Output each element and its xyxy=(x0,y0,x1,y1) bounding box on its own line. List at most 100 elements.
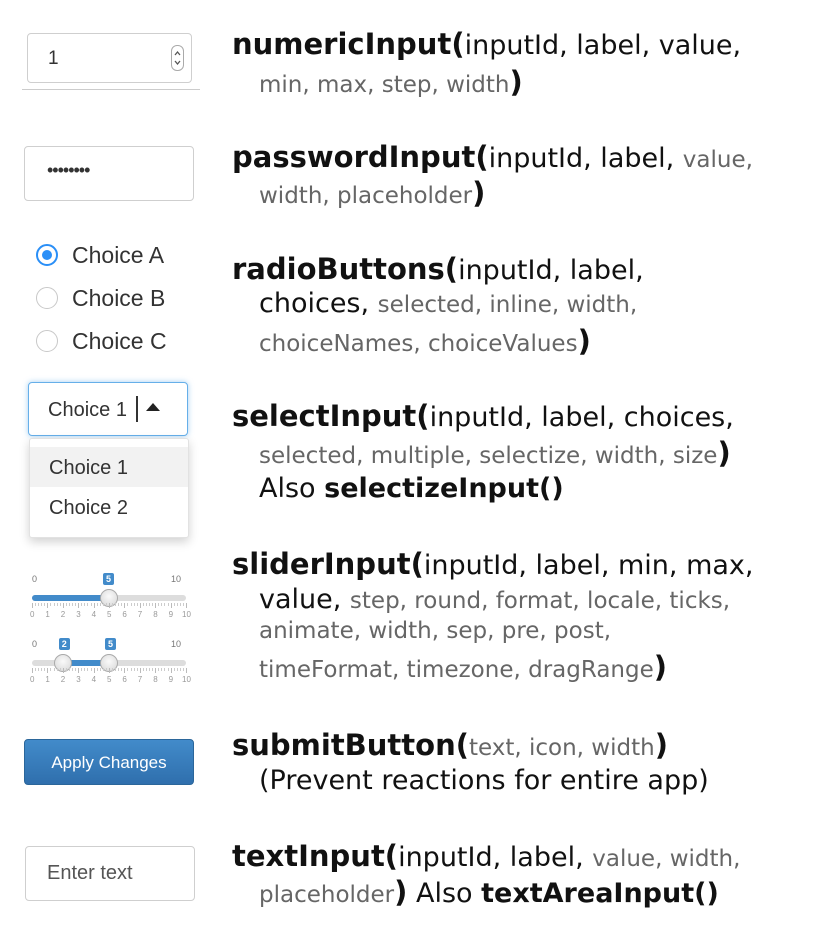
function-name: radioButtons( xyxy=(232,252,459,286)
slider-grid-tick xyxy=(155,668,157,673)
slider-grid-tick xyxy=(139,668,141,673)
slider-grid-minor-tick xyxy=(72,603,74,606)
slider-grid-minor-tick xyxy=(105,603,107,606)
slider-grid-minor-tick xyxy=(176,668,178,671)
slider-grid-tick xyxy=(186,603,187,608)
slider-grid-tick xyxy=(62,603,64,608)
slider-grid-minor-tick xyxy=(99,603,101,606)
function-args: inputId, label, xyxy=(458,255,644,286)
slider-grid-minor-tick xyxy=(158,603,160,606)
slider-grid-tick xyxy=(124,603,126,608)
dropdown-option-label: Choice 2 xyxy=(49,497,128,519)
slider-grid-minor-tick xyxy=(72,668,74,671)
slider-grid-label: 5 xyxy=(107,610,112,619)
password-input[interactable]: •••••••• xyxy=(24,146,194,201)
slider-grid-label: 8 xyxy=(153,610,158,619)
slider-grid-minor-tick xyxy=(142,668,144,671)
slider-grid-minor-tick xyxy=(56,603,58,606)
slider-grid-minor-tick xyxy=(41,603,43,606)
select-input[interactable]: Choice 1 xyxy=(28,382,188,436)
function-name: numericInput( xyxy=(232,27,465,61)
function-close: ) xyxy=(472,176,486,210)
slider-grid-minor-tick xyxy=(152,603,154,606)
slider-grid-tick xyxy=(124,668,126,673)
slider-grid-label: 6 xyxy=(122,610,127,619)
slider-grid-label: 0 xyxy=(30,675,35,684)
radio-option-b[interactable]: Choice B xyxy=(36,285,165,311)
function-args: inputId, label, xyxy=(398,842,593,873)
slider-grid-minor-tick xyxy=(59,603,61,606)
slider-grid-tick xyxy=(93,603,95,608)
slider-grid-tick xyxy=(170,668,172,673)
radio-selected-icon[interactable] xyxy=(36,244,58,266)
function-optional-args: selected, inline, width, xyxy=(377,292,638,318)
slider-grid-minor-tick xyxy=(164,603,166,606)
slider-grid-minor-tick xyxy=(75,603,77,606)
slider-grid-minor-tick xyxy=(112,668,114,671)
slider-grid-minor-tick xyxy=(161,603,163,606)
function-optional-args: width, placeholder xyxy=(259,183,473,209)
function-optional-args: placeholder xyxy=(259,882,395,908)
dropdown-option-label: Choice 1 xyxy=(49,457,128,479)
function-optional-args: value, width, xyxy=(592,846,741,872)
slider-grid-minor-tick xyxy=(121,603,123,606)
function-name: submitButton( xyxy=(232,728,469,762)
caret-up-icon[interactable] xyxy=(146,403,160,411)
slider-grid-minor-tick xyxy=(133,603,135,606)
slider-grid-minor-tick xyxy=(149,668,151,671)
dropdown-option[interactable]: Choice 2 xyxy=(30,489,188,529)
slider-grid-minor-tick xyxy=(167,668,169,671)
slider-grid-minor-tick xyxy=(38,603,40,606)
numeric-input[interactable]: 1 xyxy=(27,33,192,83)
slider-grid-label: 4 xyxy=(91,675,97,684)
slider-grid-label: 2 xyxy=(60,610,66,619)
slider-range[interactable]: 0 10 2 5 0 1 2 3 4 5 6 7 8 9 10 xyxy=(30,637,191,689)
slider-grid-minor-tick xyxy=(161,668,163,671)
radio-option-c[interactable]: Choice C xyxy=(36,328,167,354)
text-cursor xyxy=(136,396,138,422)
apply-changes-label: Apply Changes xyxy=(51,753,167,772)
function-optional-args: animate, width, sep, pre, post, xyxy=(259,618,612,644)
divider xyxy=(22,89,200,90)
slider-grid-minor-tick xyxy=(53,603,55,606)
slider-grid-minor-tick xyxy=(164,668,166,671)
radio-unselected-icon[interactable] xyxy=(36,330,58,352)
slider-grid-minor-tick xyxy=(130,668,132,671)
slider-grid-minor-tick xyxy=(38,668,40,671)
slider-grid-minor-tick xyxy=(50,668,52,671)
function-optional-args: value, xyxy=(682,147,753,173)
slider-grid-minor-tick xyxy=(176,603,178,606)
radio-option-a[interactable]: Choice A xyxy=(36,242,164,268)
function-close: ) xyxy=(654,728,668,762)
slider-min-label: 0 xyxy=(32,574,38,584)
radio-unselected-icon[interactable] xyxy=(36,287,58,309)
slider-grid-minor-tick xyxy=(87,668,89,671)
slider-grid-minor-tick xyxy=(65,603,67,606)
text-input[interactable]: Enter text xyxy=(25,846,195,901)
slider-grid-minor-tick xyxy=(41,668,43,671)
slider-grid-tick xyxy=(78,603,80,608)
apply-changes-button[interactable]: Apply Changes xyxy=(24,739,194,785)
function-close: ) xyxy=(509,65,523,99)
numeric-spinner-icon[interactable] xyxy=(171,45,184,71)
slider-grid-minor-tick xyxy=(56,668,58,671)
slider-grid-minor-tick xyxy=(75,668,77,671)
slider-grid-label: 2 xyxy=(60,675,66,684)
slider-grid-minor-tick xyxy=(90,668,92,671)
password-value: •••••••• xyxy=(47,160,90,180)
numeric-input-value: 1 xyxy=(48,48,59,69)
slider-single[interactable]: 0 10 5 0 1 2 3 4 5 6 7 8 9 10 xyxy=(30,572,191,624)
slider-grid-minor-tick xyxy=(130,603,132,606)
slider-grid-minor-tick xyxy=(142,603,144,606)
slider-fill xyxy=(32,595,109,601)
slider-grid-minor-tick xyxy=(118,668,120,671)
function-name: passwordInput( xyxy=(232,140,489,174)
slider-grid-minor-tick xyxy=(115,668,117,671)
radio-label: Choice A xyxy=(72,241,165,268)
dropdown-option[interactable]: Choice 1 xyxy=(30,447,188,487)
also-function-name: textAreaInput() xyxy=(481,878,719,909)
slider-grid-minor-tick xyxy=(87,603,89,606)
slider-value-badge: 5 xyxy=(103,573,115,585)
slider-grid-minor-tick xyxy=(121,668,123,671)
radio-label: Choice B xyxy=(72,284,166,311)
